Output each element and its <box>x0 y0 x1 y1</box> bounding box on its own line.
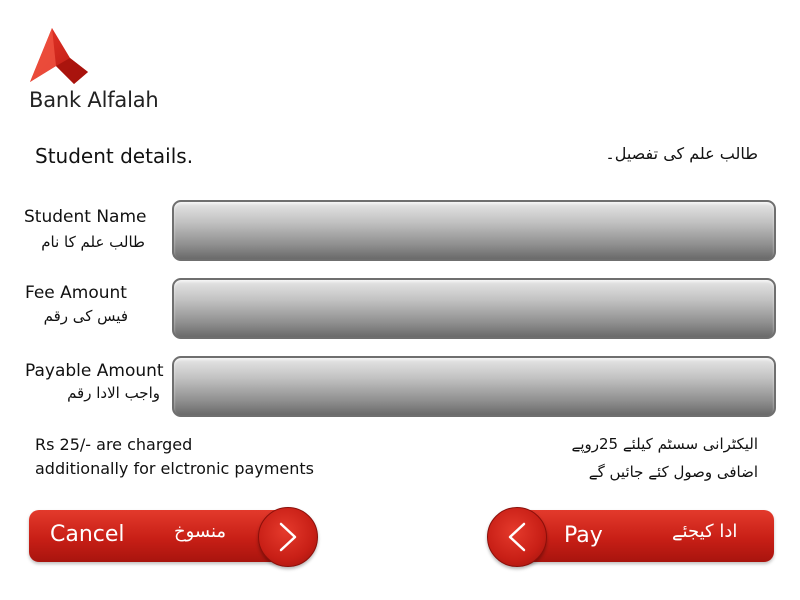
cancel-button-label-urdu: منسوخ <box>174 521 227 542</box>
pay-button-label-urdu: ادا کیجئے <box>672 521 738 542</box>
fee-note-urdu: الیکٹرانی سسٹم کیلئے 25روپے اضافی وصول ک… <box>572 430 758 486</box>
student-name-label-urdu: طالب علم کا نام <box>41 233 145 251</box>
fee-note-line1: Rs 25/- are charged <box>35 435 193 454</box>
fee-note: Rs 25/- are charged additionally for elc… <box>35 433 314 481</box>
cancel-button-label: Cancel <box>50 522 125 547</box>
pay-arrow-button[interactable] <box>487 507 547 567</box>
fee-note-line2: additionally for elctronic payments <box>35 459 314 478</box>
chevron-left-icon <box>508 522 526 552</box>
cancel-button[interactable]: Cancel منسوخ <box>29 510 291 562</box>
student-name-field[interactable] <box>172 200 776 261</box>
pay-button[interactable]: Pay ادا کیجئے <box>512 510 774 562</box>
fee-amount-label: Fee Amount <box>25 283 127 303</box>
student-name-label: Student Name <box>24 207 147 227</box>
payable-amount-field[interactable] <box>172 356 776 417</box>
payable-amount-label: Payable Amount <box>25 361 164 381</box>
fee-amount-label-urdu: فیس کی رقم <box>43 307 128 325</box>
cancel-arrow-button[interactable] <box>258 507 318 567</box>
pay-button-label: Pay <box>564 523 603 548</box>
payable-amount-label-urdu: واجب الادا رقم <box>67 384 160 402</box>
chevron-right-icon <box>279 522 297 552</box>
page-title: Student details. <box>35 144 194 168</box>
fee-note-urdu-line1: الیکٹرانی سسٹم کیلئے 25روپے <box>571 435 758 453</box>
bank-alfalah-logo <box>30 28 88 84</box>
fee-note-urdu-line2: اضافی وصول کئے جائیں گے <box>588 463 758 481</box>
brand-name: Bank Alfalah <box>29 88 159 112</box>
fee-amount-field[interactable] <box>172 278 776 339</box>
page-title-urdu: طالب علم کی تفصیل۔ <box>605 144 758 163</box>
